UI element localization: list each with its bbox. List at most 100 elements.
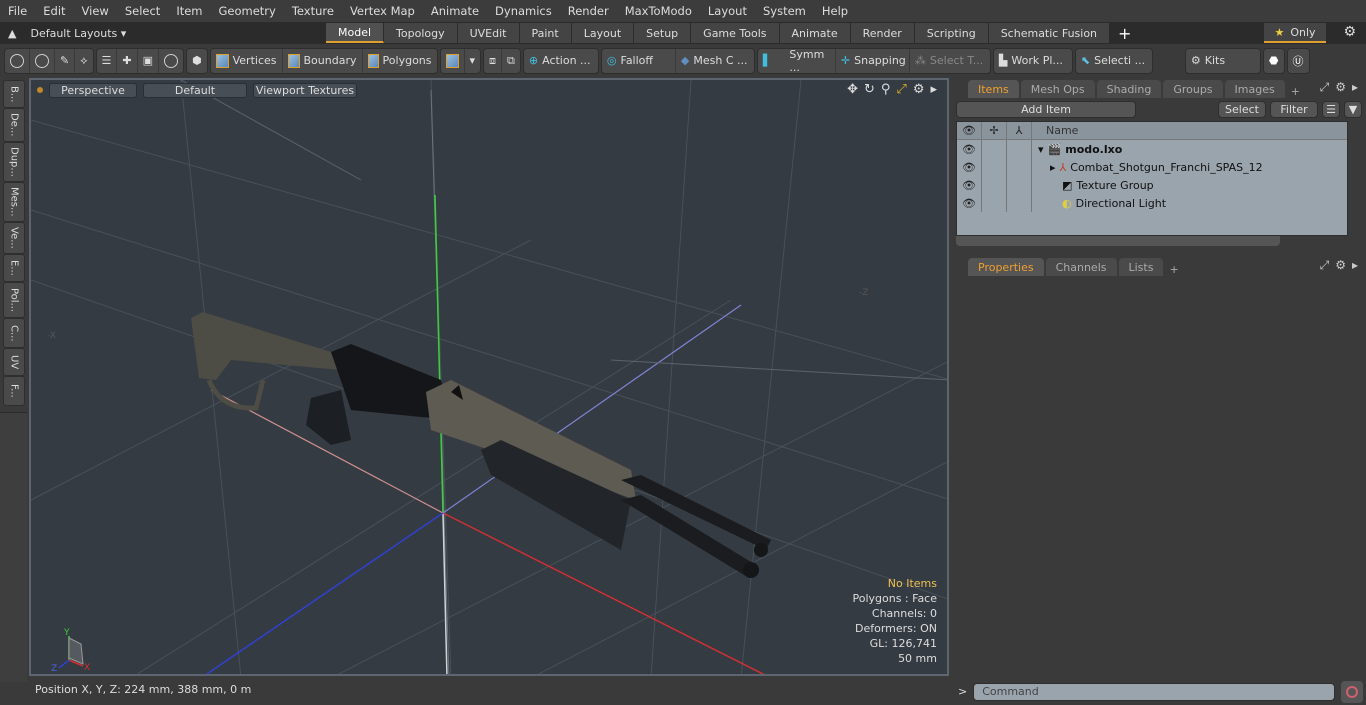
item-row-light[interactable]: 👁 ◐ Directional Light [957,194,1347,212]
menu-layout[interactable]: Layout [700,4,755,18]
menu-edit[interactable]: Edit [35,4,73,18]
menu-geometry[interactable]: Geometry [211,4,284,18]
pan-icon[interactable]: ✥ [847,82,858,97]
expand-arrow-icon[interactable]: ▸ [930,82,937,97]
perspective-button[interactable]: Perspective [49,82,137,98]
square-target-icon[interactable]: ▣ [138,48,159,73]
collapse-triangle-icon[interactable]: ▾ [1038,143,1044,156]
left-tab-uv[interactable]: UV [3,348,25,376]
add-props-tab-button[interactable]: + [1165,263,1182,276]
left-tab-mesh-edit[interactable]: Mes... [3,182,25,222]
modo-kit-icon[interactable]: ⬣ [1264,49,1284,73]
tab-items[interactable]: Items [968,80,1019,98]
record-macro-button[interactable] [1341,680,1364,703]
default-layouts-dropdown[interactable]: Default Layouts ▾ [30,27,126,40]
tab-shading[interactable]: Shading [1096,80,1162,98]
menu-file[interactable]: File [0,4,35,18]
gear-icon[interactable]: ⚙ [1343,24,1356,40]
locator-column-icon[interactable]: ⅄ [1007,122,1032,139]
eye-icon[interactable]: 👁 [957,158,982,176]
expand-triangle-icon[interactable]: ▸ [1050,161,1056,174]
eye-icon[interactable]: 👁 [957,140,982,158]
props-arrow-icon[interactable]: ▸ [1352,258,1358,273]
select-button[interactable]: Select [1218,100,1266,118]
list-options-icon[interactable]: ☰ [1322,100,1340,118]
pivot-icon[interactable]: ⧉ [502,49,520,73]
viewport-indicator-icon[interactable] [37,87,43,93]
boundary-button[interactable]: Boundary [283,48,363,73]
tab-images[interactable]: Images [1224,80,1285,98]
symmetry-button[interactable]: ▌ Symm ... [758,48,836,74]
tab-setup[interactable]: Setup [634,23,692,43]
add-item-button[interactable]: Add Item [956,100,1136,118]
tab-channels[interactable]: Channels [1045,258,1117,276]
add-panel-tab-button[interactable]: + [1287,85,1304,98]
expand-panel-icon[interactable]: ⤢ [1320,80,1330,95]
name-column-header[interactable]: Name [1032,124,1078,137]
item-row-texture-group[interactable]: 👁 ◩ Texture Group [957,176,1347,194]
zoom-icon[interactable]: ⚲ [881,82,891,97]
mesh-constraint-button[interactable]: ◆ Mesh C ... [676,49,754,73]
left-tab-fusion[interactable]: F... [3,376,25,406]
material-mode-button[interactable] [441,48,465,73]
transform-icon[interactable]: ⧈ [484,48,503,73]
menu-system[interactable]: System [755,4,814,18]
tab-render[interactable]: Render [850,23,915,43]
tab-groups[interactable]: Groups [1163,80,1223,98]
panel-gear-icon[interactable]: ⚙ [1335,80,1346,95]
props-gear-icon[interactable]: ⚙ [1335,258,1346,273]
tab-animate[interactable]: Animate [779,23,851,43]
kits-button[interactable]: ⚙ Kits [1186,49,1260,73]
menu-vertex-map[interactable]: Vertex Map [342,4,423,18]
command-input[interactable]: Command [973,682,1336,701]
left-tab-duplicate[interactable]: Dup... [3,142,25,182]
tab-lists[interactable]: Lists [1118,258,1164,276]
dial-icon[interactable] [159,49,183,73]
vertices-button[interactable]: Vertices [211,48,283,73]
tab-topology[interactable]: Topology [384,23,458,43]
menu-item[interactable]: Item [168,4,210,18]
menu-texture[interactable]: Texture [284,4,342,18]
menu-animate[interactable]: Animate [423,4,487,18]
menu-view[interactable]: View [74,4,117,18]
item-row-scene[interactable]: 👁 ▾ 🎬 modo.lxo [957,140,1347,158]
tab-properties[interactable]: Properties [968,258,1044,276]
tab-layout[interactable]: Layout [571,23,635,43]
cross-icon[interactable]: ✚ [117,48,138,73]
item-row-mesh[interactable]: 👁 ▸ ⅄ Combat_Shotgun_Franchi_SPAS_12 [957,158,1347,176]
align-icon[interactable]: ☰ [97,48,118,73]
eye-icon[interactable]: 👁 [957,176,982,194]
menu-render[interactable]: Render [560,4,617,18]
horizontal-scrollbar[interactable] [956,236,1280,246]
tab-scripting[interactable]: Scripting [914,23,989,43]
expand-props-icon[interactable]: ⤢ [1320,258,1330,273]
snapping-button[interactable]: ✛ Snapping [836,48,910,73]
item-mode-icon[interactable]: ⬢ [187,49,207,73]
pen-tool-icon[interactable]: ✎ [55,48,76,73]
polygons-button[interactable]: Polygons [363,49,437,73]
falloff-button[interactable]: ◎ Falloff [602,48,676,73]
eye-icon[interactable]: 👁 [957,194,982,212]
select-circle-icon[interactable] [5,48,30,73]
only-toggle[interactable]: ★ Only [1264,23,1326,43]
rotate-icon[interactable]: ↻ [864,82,875,97]
viewport-textures-button[interactable]: Viewport Textures [253,82,357,98]
default-shading-button[interactable]: Default [143,82,247,98]
viewport-gear-icon[interactable]: ⚙ [913,82,925,97]
3d-viewport[interactable]: Y X Z -X -Z Perspective Default Viewport… [29,78,949,676]
menu-select[interactable]: Select [117,4,168,18]
menu-dynamics[interactable]: Dynamics [487,4,560,18]
tab-paint[interactable]: Paint [519,23,572,43]
panel-arrow-icon[interactable]: ▸ [1352,80,1358,95]
mode-dropdown[interactable]: ▾ [465,49,481,73]
filter-button[interactable]: Filter [1270,100,1318,118]
funnel-icon[interactable]: ▼ [1344,100,1362,118]
selection-sets-button[interactable]: ⬉ Selecti ... [1076,49,1152,73]
collapse-up-icon[interactable]: ▲ [8,27,16,40]
work-plane-button[interactable]: ▙ Work Pl... [994,49,1072,73]
select-through-button[interactable]: ⁂ Select T... [910,49,990,73]
menu-help[interactable]: Help [814,4,856,18]
left-tab-deform[interactable]: De... [3,108,25,142]
menu-maxtomodo[interactable]: MaxToModo [617,4,700,18]
tab-schematic-fusion[interactable]: Schematic Fusion [988,23,1111,43]
